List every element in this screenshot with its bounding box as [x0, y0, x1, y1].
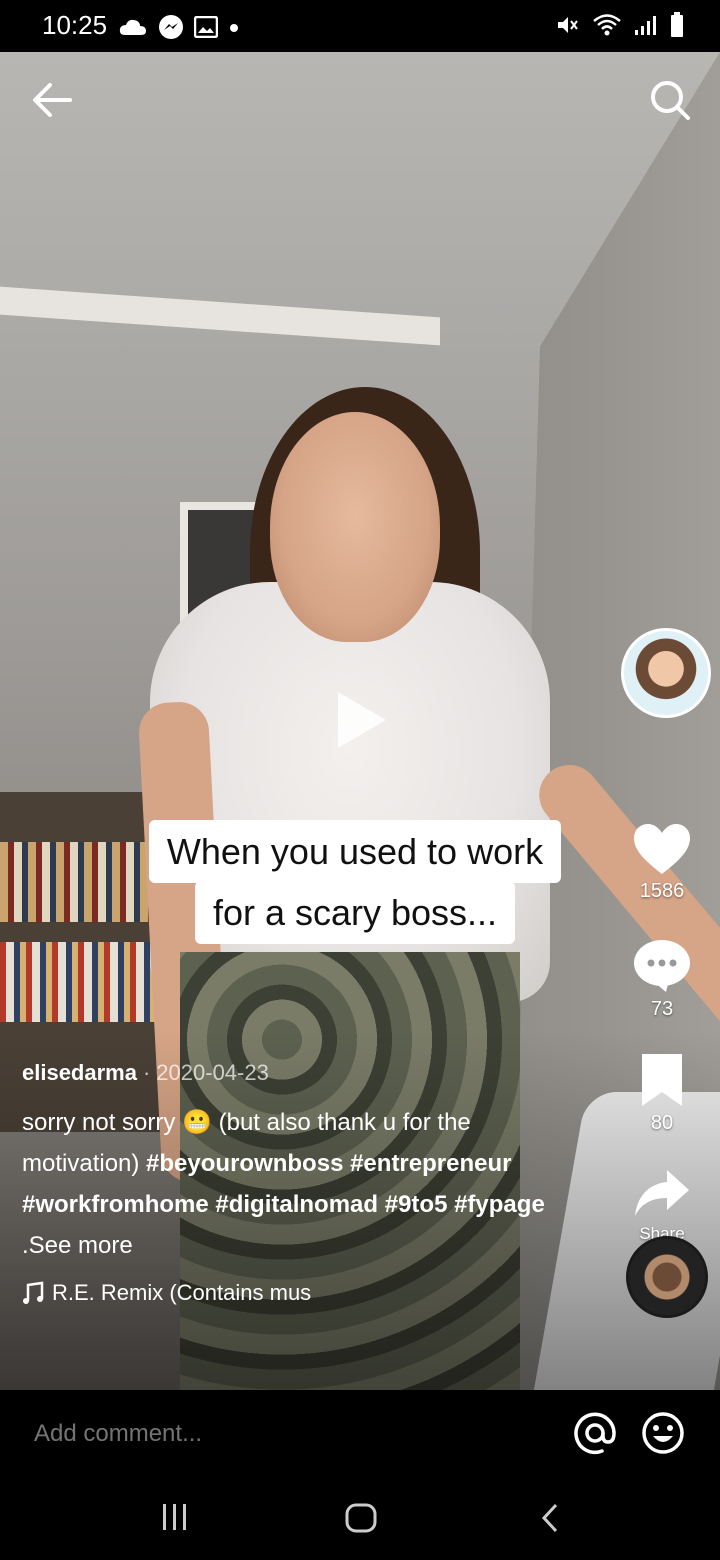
status-right-icons [556, 12, 684, 43]
messenger-icon [158, 14, 184, 45]
system-back-button[interactable] [538, 1502, 562, 1539]
grimace-emoji-icon: 😬 [182, 1109, 212, 1136]
signal-icon [634, 14, 658, 41]
emoji-button[interactable] [640, 1410, 686, 1461]
battery-icon [670, 12, 684, 43]
search-icon [651, 81, 690, 120]
post-separator: · [142, 1060, 151, 1085]
home-button[interactable] [344, 1502, 378, 1539]
at-sign-icon [574, 1412, 616, 1455]
play-icon [338, 692, 386, 748]
save-count: 80 [650, 1112, 674, 1134]
bookmark-icon [642, 1054, 682, 1106]
recent-apps-button[interactable] [160, 1502, 190, 1537]
music-row[interactable]: R.E. Remix (Contains mus [22, 1280, 311, 1306]
mention-button[interactable] [572, 1410, 618, 1461]
arrow-left-icon [33, 83, 72, 117]
desc-text-start: sorry not sorry [22, 1109, 176, 1136]
status-time: 10:25 [42, 10, 108, 40]
video-caption: When you used to work for a scary boss..… [100, 820, 610, 945]
creator-avatar[interactable] [621, 628, 711, 718]
add-comment-input[interactable]: Add comment... [34, 1420, 202, 1448]
wifi-icon [592, 13, 622, 42]
share-arrow-icon [635, 1170, 689, 1216]
caption-line-2: for a scary boss... [194, 881, 516, 945]
music-note-icon [23, 1281, 44, 1304]
music-title: R.E. Remix (Contains mus [52, 1280, 312, 1305]
comment-bar: Add comment... [0, 1390, 720, 1490]
play-button[interactable] [332, 688, 392, 752]
caption-line-1: When you used to work [148, 820, 562, 884]
post-date: 2020-04-23 [156, 1060, 269, 1085]
back-button[interactable] [30, 80, 80, 120]
music-disc[interactable] [626, 1236, 708, 1318]
dot-icon [228, 21, 240, 39]
heart-icon [634, 824, 690, 874]
comment-button[interactable]: 73 [622, 938, 702, 1021]
see-more-link[interactable]: .See more [22, 1232, 133, 1259]
home-icon [345, 1503, 377, 1533]
status-bar: 10:25 [0, 0, 720, 52]
like-button[interactable]: 1586 [622, 822, 702, 903]
post-description: sorry not sorry 😬 (but also thank u for … [22, 1102, 582, 1266]
cloud-icon [118, 17, 148, 42]
mute-icon [556, 14, 580, 41]
search-button[interactable] [646, 76, 694, 124]
share-button[interactable]: Share [622, 1168, 702, 1244]
author-row: elisedarma · 2020-04-23 [22, 1060, 269, 1086]
author-name[interactable]: elisedarma [22, 1060, 137, 1086]
system-nav-bar [0, 1490, 720, 1560]
comment-count: 73 [650, 998, 674, 1020]
like-count: 1586 [639, 880, 685, 902]
status-left-icons [118, 14, 240, 45]
image-icon [193, 15, 219, 43]
comment-bubble-icon [634, 940, 690, 992]
chevron-left-icon [541, 1503, 558, 1533]
smiley-icon [642, 1412, 684, 1454]
save-button[interactable]: 80 [622, 1052, 702, 1135]
recent-apps-icon [163, 1504, 186, 1530]
